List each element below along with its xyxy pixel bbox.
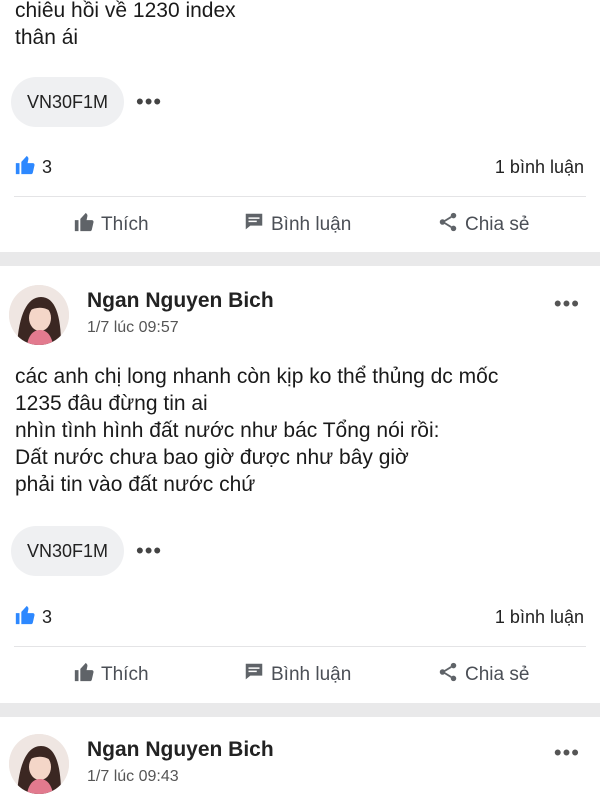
comment-count-link[interactable]: 1 bình luận: [495, 602, 584, 632]
comment-button[interactable]: Bình luận: [243, 655, 351, 695]
share-button-label: Chia sẻ: [465, 214, 530, 235]
share-icon: [437, 661, 465, 689]
like-count-number: 3: [42, 156, 53, 177]
like-button-label: Thích: [101, 214, 149, 235]
ticker-tag[interactable]: VN30F1M: [11, 77, 125, 127]
share-button[interactable]: Chia sẻ: [437, 205, 529, 245]
ticker-tag[interactable]: VN30F1M: [11, 526, 125, 576]
post-body-line: 1235 đâu đừng tin ai: [15, 392, 208, 415]
like-button[interactable]: Thích: [73, 205, 149, 245]
post-1: chiêu hồi về 1230 index thân ái VN30F1M …: [0, 0, 600, 252]
more-tags-button[interactable]: •••: [136, 540, 162, 562]
comment-count-link[interactable]: 1 bình luận: [495, 152, 584, 182]
like-count[interactable]: 3: [14, 152, 52, 182]
avatar[interactable]: [9, 285, 69, 345]
like-count[interactable]: 3: [14, 602, 52, 632]
like-count-number: 3: [42, 606, 53, 627]
share-icon: [437, 211, 465, 239]
post-separator: [0, 703, 600, 717]
tag-row: VN30F1M •••: [11, 526, 162, 576]
share-button-label: Chia sẻ: [465, 664, 530, 685]
like-icon: [14, 604, 36, 631]
divider: [14, 646, 586, 647]
post-body-line: chiêu hồi về 1230 index: [15, 0, 236, 22]
avatar[interactable]: [9, 734, 69, 794]
post-menu-button[interactable]: •••: [554, 740, 580, 766]
tag-row: VN30F1M •••: [11, 77, 162, 127]
thumbs-up-icon: [73, 661, 101, 689]
divider: [14, 196, 586, 197]
like-button-label: Thích: [101, 664, 149, 685]
post-body: các anh chị long nhanh còn kịp ko thể th…: [15, 363, 498, 498]
post-body-line: nhìn tình hình đất nước như bác Tổng nói…: [15, 419, 440, 442]
comment-icon: [243, 661, 271, 689]
share-button[interactable]: Chia sẻ: [437, 655, 529, 695]
action-bar: Thích Bình luận Chia sẻ: [0, 205, 600, 245]
thumbs-up-icon: [73, 211, 101, 239]
post-header: Ngan Nguyen Bich 1/7 lúc 09:43 •••: [0, 734, 600, 798]
post-3: Ngan Nguyen Bich 1/7 lúc 09:43 •••: [0, 717, 600, 800]
comment-button-label: Bình luận: [271, 214, 352, 235]
post-separator: [0, 252, 600, 266]
post-body-line: các anh chị long nhanh còn kịp ko thể th…: [15, 365, 499, 388]
comment-button[interactable]: Bình luận: [243, 205, 351, 245]
comment-icon: [243, 211, 271, 239]
post-header: Ngan Nguyen Bich 1/7 lúc 09:57 •••: [0, 285, 600, 349]
comment-button-label: Bình luận: [271, 664, 352, 685]
author-name[interactable]: Ngan Nguyen Bich: [87, 289, 274, 313]
like-button[interactable]: Thích: [73, 655, 149, 695]
post-body-line: thân ái: [15, 26, 79, 49]
post-2: Ngan Nguyen Bich 1/7 lúc 09:57 ••• các a…: [0, 266, 600, 703]
author-name[interactable]: Ngan Nguyen Bich: [87, 738, 274, 762]
like-icon: [14, 154, 36, 181]
post-timestamp: 1/7 lúc 09:43: [87, 768, 179, 785]
more-tags-button[interactable]: •••: [136, 91, 162, 113]
action-bar: Thích Bình luận Chia sẻ: [0, 655, 600, 695]
reaction-stats: 3 1 bình luận: [0, 602, 600, 632]
post-body-line: phải tin vào đất nước chứ: [15, 473, 256, 496]
post-menu-button[interactable]: •••: [554, 291, 580, 317]
post-body-line: Dất nước chưa bao giờ được như bây giờ: [15, 446, 409, 469]
post-body: chiêu hồi về 1230 index thân ái: [15, 0, 236, 51]
reaction-stats: 3 1 bình luận: [0, 152, 600, 182]
post-timestamp: 1/7 lúc 09:57: [87, 319, 179, 336]
